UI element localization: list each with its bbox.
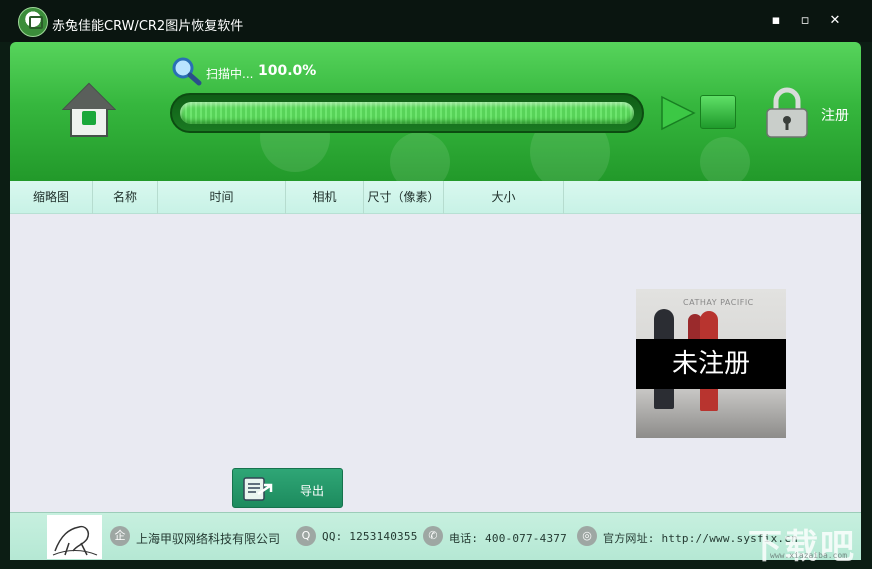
export-label: 导出: [300, 484, 325, 498]
qq-number[interactable]: QQ: 1253140355: [322, 530, 418, 543]
lock-icon[interactable]: [764, 87, 810, 139]
phone-number[interactable]: 电话: 400-077-4377: [449, 530, 567, 546]
play-icon[interactable]: [660, 95, 696, 131]
toolbar-header: 扫描中... 100.0% 注册: [10, 42, 861, 181]
file-list-header: 缩略图 名称 时间 相机 尺寸（像素） 大小: [10, 181, 861, 214]
watermark-url: www.xiazaiba.com: [770, 551, 848, 560]
close-button[interactable]: ✕: [826, 12, 844, 30]
globe-icon: ◎: [577, 526, 597, 546]
footer-bar: 企 上海甲驭网络科技有限公司 Q QQ: 1253140355 ✆ 电话: 40…: [10, 512, 861, 567]
header-decoration: [390, 132, 450, 181]
register-link[interactable]: 注册: [821, 105, 849, 125]
app-window: 赤兔佳能CRW/CR2图片恢复软件 ▪ ▫ ✕ 扫描中... 100.0% 注册…: [0, 0, 872, 569]
preview-thumbnail[interactable]: CATHAY PACIFIC 未注册: [636, 289, 786, 438]
scan-status-label: 扫描中...: [206, 67, 254, 81]
phone-icon: ✆: [423, 526, 443, 546]
scan-progress-fill: [180, 102, 634, 124]
column-camera[interactable]: 相机: [286, 181, 364, 214]
thumbnail-brand-text: CATHAY PACIFIC: [683, 298, 754, 307]
app-logo-icon: [18, 7, 48, 37]
scan-progress-bar: [170, 93, 644, 133]
header-decoration: [700, 137, 750, 181]
stop-button[interactable]: [700, 95, 736, 129]
column-name[interactable]: 名称: [93, 181, 158, 214]
maximize-button[interactable]: ▫: [796, 12, 814, 30]
qq-icon: Q: [296, 526, 316, 546]
unregistered-overlay: 未注册: [636, 339, 786, 389]
export-icon: [243, 477, 273, 501]
window-title: 赤兔佳能CRW/CR2图片恢复软件: [52, 19, 244, 34]
search-icon: [172, 57, 202, 86]
scan-percent: 100.0%: [258, 63, 317, 79]
company-logo: [47, 515, 102, 559]
column-time[interactable]: 时间: [158, 181, 286, 214]
minimize-button[interactable]: ▪: [767, 12, 785, 30]
company-icon: 企: [110, 526, 130, 546]
column-size[interactable]: 大小: [444, 181, 564, 214]
export-button[interactable]: 导出: [232, 468, 343, 508]
title-bar: 赤兔佳能CRW/CR2图片恢复软件 ▪ ▫ ✕: [0, 0, 872, 42]
column-dimensions[interactable]: 尺寸（像素）: [364, 181, 444, 214]
company-name: 上海甲驭网络科技有限公司: [136, 532, 281, 546]
watermark: 下载吧: [748, 527, 856, 567]
file-list[interactable]: CATHAY PACIFIC 未注册 导出: [10, 214, 861, 512]
home-icon[interactable]: [62, 82, 116, 138]
column-thumbnail[interactable]: 缩略图: [10, 181, 93, 214]
